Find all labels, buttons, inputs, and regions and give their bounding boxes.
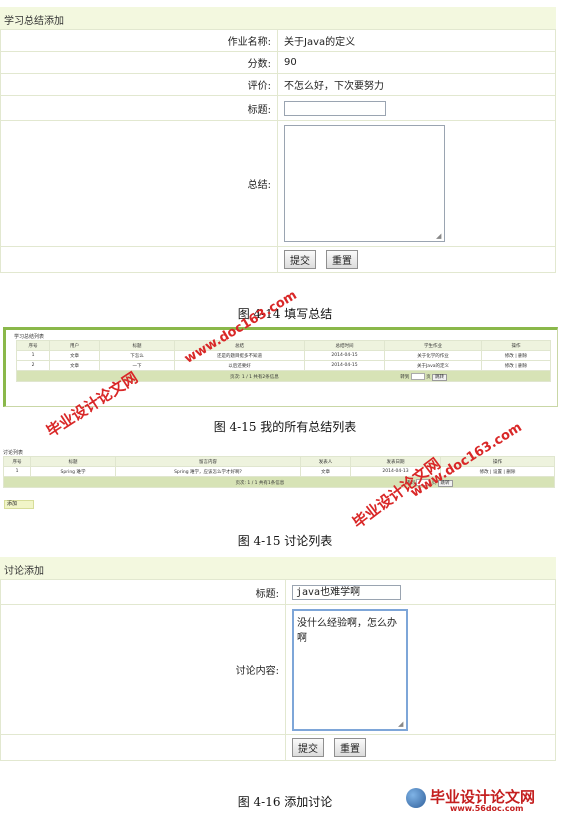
summary-list-table: 序号 用户 标题 总结 总结时间 学生作业 操作 1 文章 下怎么 还是的题目挺… (16, 340, 551, 382)
discussion-content-textarea[interactable]: 没什么经验啊，怎么办啊 ◢ (292, 608, 408, 731)
row-actions[interactable]: 修改 | 删除 (481, 360, 551, 371)
form2-reset-button[interactable]: 重置 (334, 738, 366, 757)
form1-submit-button[interactable]: 提交 (284, 250, 316, 269)
evaluation-label: 评价: (0, 73, 278, 96)
summary-content-label: 总结: (0, 120, 278, 247)
score-value: 90 (277, 51, 556, 74)
resize-grip-icon[interactable]: ◢ (398, 720, 405, 728)
col-header: 发表人 (300, 456, 351, 467)
pager-info: 页次: 1 / 1 共有2条信息 (229, 374, 279, 380)
form2-table: 标题: java也难学啊 讨论内容: 没什么经验啊，怎么办啊 ◢ 提交 重置 (0, 579, 556, 761)
col-header: 标题 (30, 456, 116, 467)
discussion-content-label: 讨论内容: (0, 604, 286, 735)
form1-title-bar: 学习总结添加 (0, 7, 556, 30)
form2-title-bar: 讨论添加 (0, 557, 556, 580)
col-header: 序号 (3, 456, 31, 467)
table-row: 1 文章 下怎么 还是的题目挺多不知道 2014-04-15 关于化学的作业 修… (16, 350, 551, 361)
col-header: 标题 (99, 340, 175, 351)
form1-table: 作业名称: 关于Java的定义 分数: 90 评价: 不怎么好，下次要努力 标题… (0, 29, 556, 273)
summary-title-input[interactable] (284, 100, 386, 116)
row-actions[interactable]: 修改 | 删除 (481, 350, 551, 361)
form2-submit-button[interactable]: 提交 (292, 738, 324, 757)
summary-list-title: 学习总结列表 (14, 334, 45, 340)
pager-info: 页次: 1 / 1 共有1条信息 (235, 480, 285, 486)
col-header: 留言内容 (115, 456, 301, 467)
discussion-title-input[interactable]: java也难学啊 (292, 584, 401, 600)
col-header: 学生作业 (384, 340, 482, 351)
caption-4-15-discussion-list: 图 4-15 讨论列表 (237, 534, 333, 548)
form2-title: 讨论添加 (4, 566, 44, 577)
resize-grip-icon[interactable]: ◢ (436, 233, 443, 240)
discussion-add-button[interactable]: 添加 (4, 500, 34, 509)
col-header: 操作 (481, 340, 551, 351)
jump-button[interactable]: 跳转 (432, 373, 448, 381)
site-url: www.56doc.com (450, 804, 524, 813)
table-row: 2 文章 一下 以后还要好 2014-04-15 关于Java的定义 修改 | … (16, 360, 551, 371)
form1-title: 学习总结添加 (4, 16, 64, 27)
goto-label: 转到 (400, 374, 410, 380)
assignment-name-label: 作业名称: (0, 29, 278, 52)
form1-reset-button[interactable]: 重置 (326, 250, 358, 269)
summary-title-label: 标题: (0, 95, 278, 121)
score-label: 分数: (0, 51, 278, 74)
col-header: 序号 (16, 340, 50, 351)
assignment-name-value: 关于Java的定义 (277, 29, 556, 52)
summary-content-textarea[interactable]: ◢ (284, 125, 445, 242)
table-row: 1 Spring 难学 Spring 难学，应该怎么学才好啊? 文章 2014-… (3, 466, 555, 477)
col-header: 总结时间 (304, 340, 385, 351)
discussion-title-label: 标题: (0, 579, 286, 605)
discussion-list-title: 讨论列表 (3, 450, 24, 456)
goto-page-input[interactable] (410, 372, 425, 380)
col-header: 用户 (49, 340, 100, 351)
evaluation-value: 不怎么好，下次要努力 (277, 73, 556, 96)
globe-logo-icon (406, 788, 426, 808)
discussion-content-text: 没什么经验啊，怎么办啊 (297, 617, 397, 644)
page-unit: 页 (426, 374, 431, 380)
site-logo: 毕业设计论文网 www.56doc.com (402, 786, 568, 814)
